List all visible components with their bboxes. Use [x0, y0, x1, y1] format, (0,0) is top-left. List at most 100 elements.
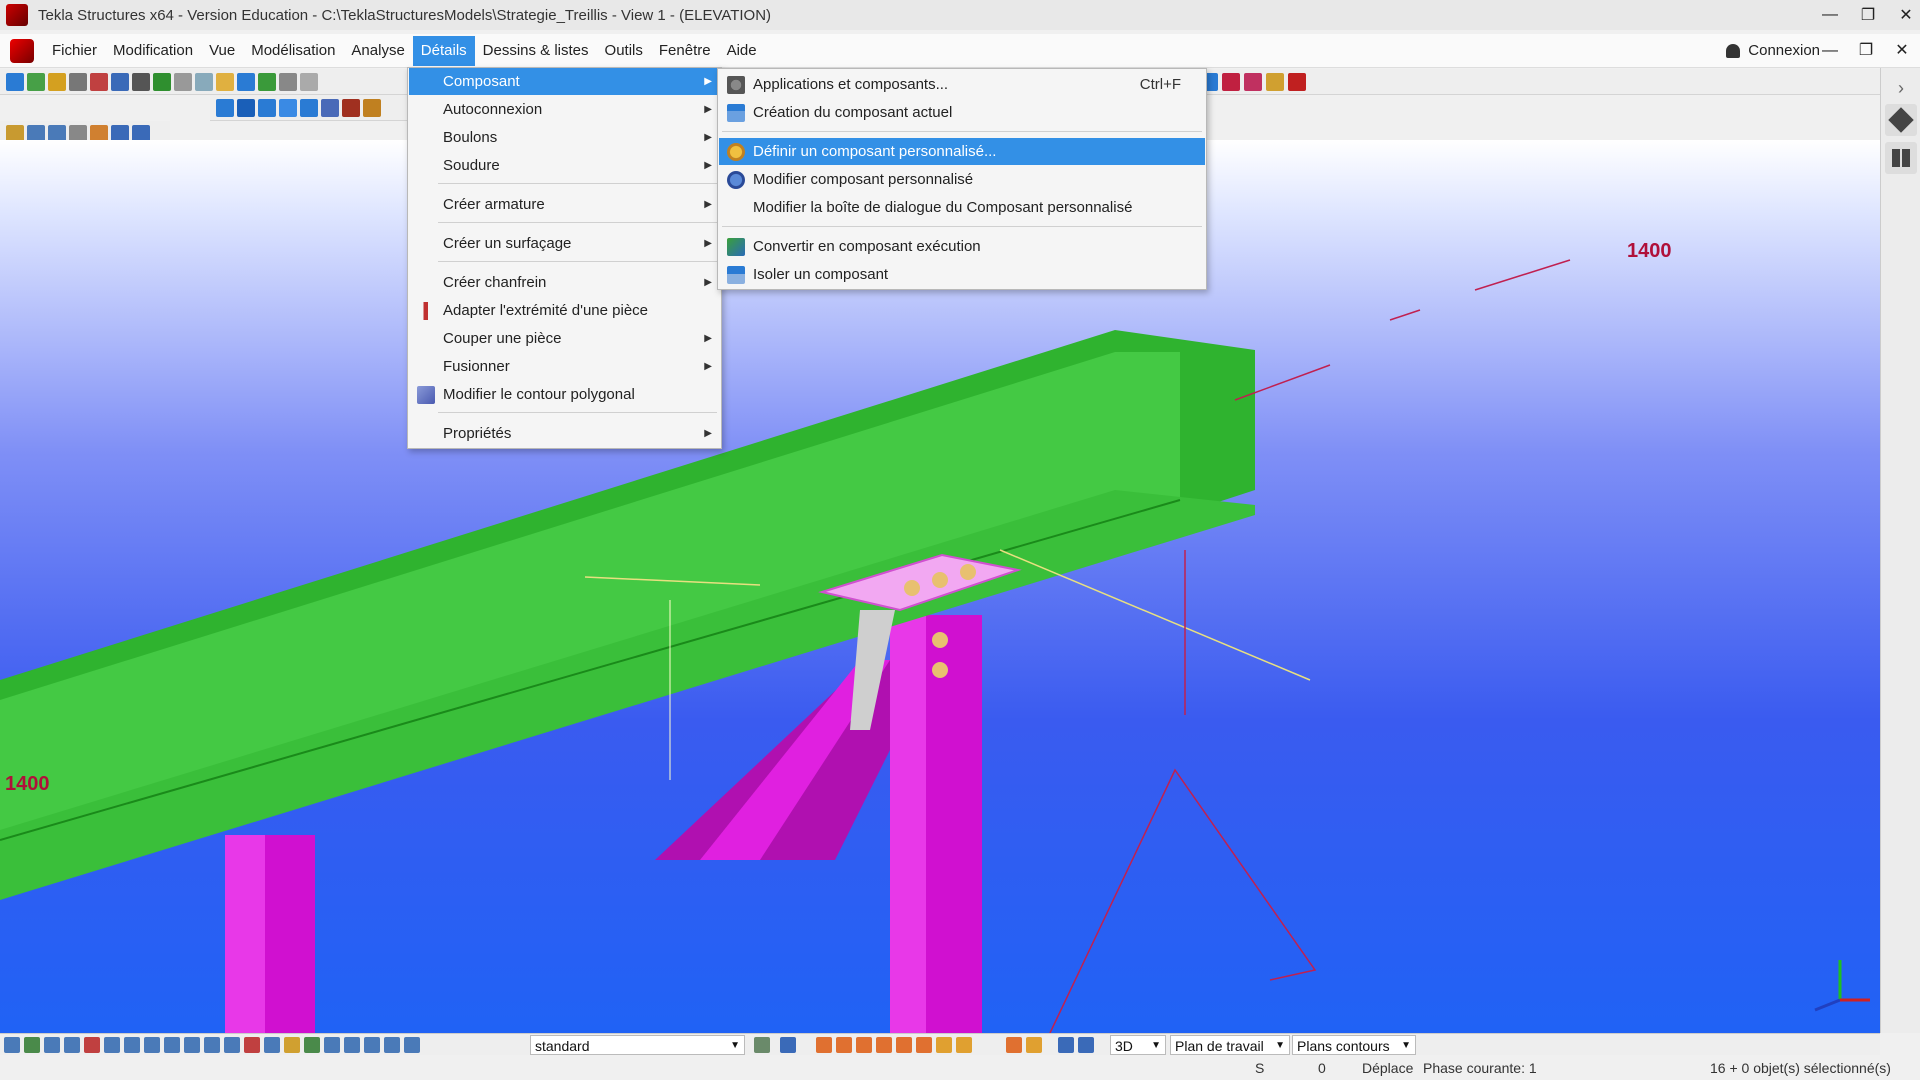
snap-icon[interactable]	[956, 1036, 972, 1053]
select-switch-icon[interactable]	[344, 1036, 360, 1053]
select-switch-icon[interactable]	[124, 1036, 140, 1053]
snap-icon[interactable]	[876, 1036, 892, 1053]
menu-modification[interactable]: Modification	[105, 36, 201, 66]
snap-icon[interactable]	[1026, 1036, 1042, 1053]
toolbar-icon[interactable]	[300, 72, 318, 91]
snap-icon[interactable]	[896, 1036, 912, 1053]
view-mode-select[interactable]: 3D ▼	[1110, 1035, 1166, 1055]
toolbar-icon[interactable]	[1266, 72, 1284, 91]
toolbar-icon[interactable]	[363, 98, 381, 117]
connexion-button[interactable]: Connexion	[1726, 34, 1820, 68]
doc-minimize-button[interactable]: —	[1812, 34, 1848, 68]
select-switch-icon[interactable]	[224, 1036, 240, 1053]
toolbar-icon[interactable]	[132, 72, 150, 91]
select-switch-icon[interactable]	[284, 1036, 300, 1053]
menu-aide[interactable]: Aide	[719, 36, 765, 66]
menu-vue[interactable]: Vue	[201, 36, 243, 66]
details-menu-composant[interactable]: Composant ▶	[409, 68, 720, 95]
details-menu-creer-surfacage[interactable]: Créer un surfaçage ▶	[409, 230, 720, 257]
toolbar-icon[interactable]	[69, 72, 87, 91]
snap-icon[interactable]	[856, 1036, 872, 1053]
toolbar-icon[interactable]	[90, 72, 108, 91]
details-menu-creer-armature[interactable]: Créer armature ▶	[409, 191, 720, 218]
select-switch-icon[interactable]	[324, 1036, 340, 1053]
select-switch-icon[interactable]	[84, 1036, 100, 1053]
toolbar-icon[interactable]	[111, 72, 129, 91]
select-switch-icon[interactable]	[144, 1036, 160, 1053]
toolbar-icon[interactable]	[195, 72, 213, 91]
snap-icon[interactable]	[836, 1036, 852, 1053]
details-menu-proprietes[interactable]: Propriétés ▶	[409, 420, 720, 447]
details-menu-autoconnexion[interactable]: Autoconnexion ▶	[409, 96, 720, 123]
select-switch-icon[interactable]	[404, 1036, 420, 1053]
details-menu-adapter-extremite[interactable]: Adapter l'extrémité d'une pièce	[409, 297, 720, 324]
details-menu-soudure[interactable]: Soudure ▶	[409, 152, 720, 179]
select-switch-icon[interactable]	[264, 1036, 280, 1053]
snap-icon[interactable]	[936, 1036, 952, 1053]
snap-option-select[interactable]: Plans contours ▼	[1292, 1035, 1416, 1055]
snap-icon[interactable]	[916, 1036, 932, 1053]
submenu-modifier-boite-dialogue[interactable]: Modifier la boîte de dialogue du Composa…	[719, 194, 1205, 221]
submenu-modifier-composant-personnalise[interactable]: Modifier composant personnalisé	[719, 166, 1205, 193]
toolbar-icon[interactable]	[321, 98, 339, 117]
menu-fichier[interactable]: Fichier	[44, 36, 105, 66]
view-icon[interactable]	[1058, 1036, 1074, 1053]
toolbar-icon[interactable]	[258, 98, 276, 117]
toolbar-icon[interactable]	[258, 72, 276, 91]
close-button[interactable]: ✕	[1884, 0, 1920, 30]
toolbar-icon[interactable]	[279, 98, 297, 117]
menu-modelisation[interactable]: Modélisation	[243, 36, 343, 66]
details-menu-creer-chanfrein[interactable]: Créer chanfrein ▶	[409, 269, 720, 296]
select-switch-icon[interactable]	[244, 1036, 260, 1053]
menu-fenetre[interactable]: Fenêtre	[651, 36, 719, 66]
toolbar-icon[interactable]	[237, 72, 255, 91]
select-switch-icon[interactable]	[4, 1036, 20, 1053]
submenu-convertir-composant-execution[interactable]: Convertir en composant exécution	[719, 233, 1205, 260]
menu-dessins-listes[interactable]: Dessins & listes	[475, 36, 597, 66]
toolbar-icon[interactable]	[300, 98, 318, 117]
submenu-definir-composant-personnalise[interactable]: Définir un composant personnalisé...	[719, 138, 1205, 165]
select-switch-icon[interactable]	[24, 1036, 40, 1053]
toolbar-icon[interactable]	[1244, 72, 1262, 91]
select-switch-icon[interactable]	[304, 1036, 320, 1053]
select-switch-icon[interactable]	[364, 1036, 380, 1053]
select-switch-icon[interactable]	[204, 1036, 220, 1053]
view-icon[interactable]	[1078, 1036, 1094, 1053]
details-menu-fusionner[interactable]: Fusionner ▶	[409, 353, 720, 380]
details-menu-boulons[interactable]: Boulons ▶	[409, 124, 720, 151]
toolbar-icon[interactable]	[48, 72, 66, 91]
toolbar-icon[interactable]	[1222, 72, 1240, 91]
select-switch-icon[interactable]	[164, 1036, 180, 1053]
side-panel-components-icon[interactable]	[1885, 142, 1917, 174]
submenu-isoler-composant[interactable]: Isoler un composant	[719, 261, 1205, 288]
toolbar-icon[interactable]	[237, 98, 255, 117]
snap-icon[interactable]	[816, 1036, 832, 1053]
select-switch-icon[interactable]	[104, 1036, 120, 1053]
toolbar-icon[interactable]	[153, 72, 171, 91]
toolbar-icon[interactable]	[279, 72, 297, 91]
doc-close-button[interactable]: ✕	[1884, 34, 1920, 68]
toolbar-icon[interactable]	[342, 98, 360, 117]
select-switch-icon[interactable]	[184, 1036, 200, 1053]
toolbar-icon[interactable]	[174, 72, 192, 91]
toolbar-icon[interactable]	[27, 72, 45, 91]
toolbar-icon[interactable]	[1288, 72, 1306, 91]
doc-maximize-button[interactable]: ❐	[1848, 34, 1884, 68]
pointer-icon[interactable]	[780, 1036, 796, 1053]
selection-filter-select[interactable]: standard ▼	[530, 1035, 745, 1055]
details-menu-modifier-contour[interactable]: Modifier le contour polygonal	[409, 381, 720, 408]
filter-settings-icon[interactable]	[754, 1036, 770, 1053]
side-panel-cube-icon[interactable]	[1885, 104, 1917, 136]
menu-outils[interactable]: Outils	[597, 36, 651, 66]
snap-icon[interactable]	[1006, 1036, 1022, 1053]
snap-plane-select[interactable]: Plan de travail ▼	[1170, 1035, 1290, 1055]
select-switch-icon[interactable]	[44, 1036, 60, 1053]
select-switch-icon[interactable]	[384, 1036, 400, 1053]
submenu-creation-composant-actuel[interactable]: Création du composant actuel	[719, 99, 1205, 126]
toolbar-icon[interactable]	[6, 72, 24, 91]
toolbar-icon[interactable]	[216, 98, 234, 117]
menu-analyse[interactable]: Analyse	[343, 36, 412, 66]
select-switch-icon[interactable]	[64, 1036, 80, 1053]
menu-details[interactable]: Détails	[412, 35, 475, 66]
tekla-logo-icon[interactable]	[10, 38, 34, 63]
